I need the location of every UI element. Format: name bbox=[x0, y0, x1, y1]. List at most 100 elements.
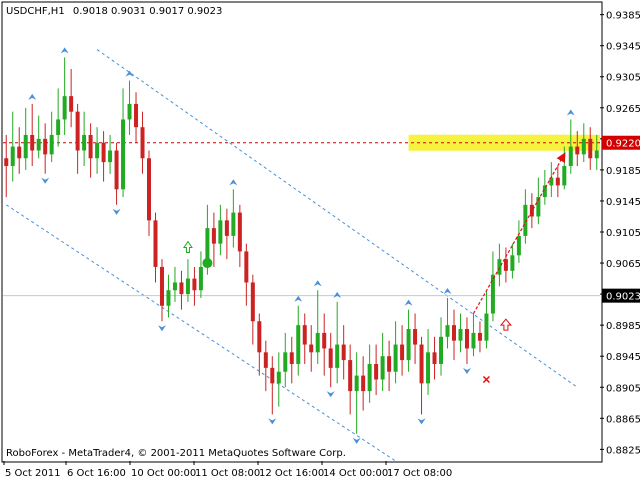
candle-body bbox=[95, 142, 100, 159]
candle-body bbox=[309, 344, 314, 353]
candle-body bbox=[315, 332, 320, 353]
candle-body bbox=[354, 375, 359, 392]
candle-body bbox=[270, 367, 275, 384]
candle-body bbox=[367, 363, 372, 392]
candle-body bbox=[413, 329, 418, 345]
candle-body bbox=[276, 371, 281, 384]
candle-body bbox=[114, 150, 119, 190]
candle-body bbox=[503, 259, 508, 271]
candle-body bbox=[426, 352, 431, 384]
chart-title: USDCHF,H1 0.9018 0.9031 0.9017 0.9023 bbox=[6, 6, 222, 17]
candle-body bbox=[432, 352, 437, 364]
candle-body bbox=[361, 375, 366, 392]
y-tick-label: 0.9105 bbox=[606, 228, 640, 239]
candle-body bbox=[497, 259, 502, 275]
candle-body bbox=[17, 146, 22, 159]
candle-body bbox=[387, 356, 392, 372]
candle-body bbox=[153, 220, 158, 267]
y-tick-label: 0.9065 bbox=[606, 259, 640, 270]
candle-body bbox=[185, 278, 190, 295]
x-tick-label: 5 Oct 2011 bbox=[5, 468, 60, 479]
candle-body bbox=[172, 282, 177, 291]
candle-body bbox=[283, 352, 288, 372]
y-tick-label: 0.8945 bbox=[606, 352, 640, 363]
candle-body bbox=[289, 352, 294, 364]
candle-body bbox=[510, 255, 515, 271]
candle-body bbox=[581, 138, 586, 155]
x-tick-label: 6 Oct 16:00 bbox=[67, 468, 126, 479]
candle-body bbox=[575, 146, 580, 155]
candle-body bbox=[588, 138, 593, 159]
candle-body bbox=[451, 325, 456, 341]
x-axis: 5 Oct 2011 6 Oct 16:00 10 Oct 00:0011 Oct … bbox=[3, 461, 452, 479]
candle-body bbox=[302, 325, 307, 345]
candle-body bbox=[62, 96, 67, 120]
candle-body bbox=[159, 266, 164, 306]
candle-body bbox=[166, 290, 171, 306]
y-tick-label: 0.9345 bbox=[606, 42, 640, 53]
candle-body bbox=[406, 329, 411, 361]
y-tick-label: 0.9385 bbox=[606, 11, 640, 22]
x-tick-label: 17 Oct 08:00 bbox=[387, 468, 452, 479]
y-tick-label: 0.9265 bbox=[606, 104, 640, 115]
candle-body bbox=[10, 146, 15, 167]
candle-body bbox=[140, 127, 145, 159]
candle-body bbox=[322, 332, 327, 349]
candle-body bbox=[69, 96, 74, 112]
candle-body bbox=[211, 228, 216, 244]
candle-body bbox=[192, 278, 197, 291]
candle-body bbox=[568, 146, 573, 167]
x-tick-label: 11 Oct 08:00 bbox=[195, 468, 260, 479]
candle-body bbox=[49, 134, 54, 155]
candle-body bbox=[263, 352, 268, 368]
y-tick-label: 0.9145 bbox=[606, 197, 640, 208]
candle-body bbox=[529, 204, 534, 217]
candle-body bbox=[562, 166, 567, 186]
candle-body bbox=[348, 360, 353, 392]
x-tick-label: 10 Oct 00:00 bbox=[131, 468, 196, 479]
candle-body bbox=[341, 344, 346, 361]
candle-body bbox=[75, 111, 80, 151]
plot-area bbox=[1, 1, 603, 463]
candle-body bbox=[250, 282, 255, 322]
candle-body bbox=[380, 356, 385, 380]
candle-body bbox=[224, 220, 229, 236]
signal-dot-icon bbox=[202, 258, 213, 269]
candle-body bbox=[43, 138, 48, 155]
candle-body bbox=[477, 332, 482, 341]
candle-body bbox=[36, 138, 41, 151]
candle-body bbox=[458, 329, 463, 341]
candle-body bbox=[30, 134, 35, 151]
y-tick-label: 0.8865 bbox=[606, 414, 640, 425]
candle-body bbox=[88, 134, 93, 159]
candle-body bbox=[439, 336, 444, 364]
candle-body bbox=[23, 134, 28, 159]
candle-body bbox=[516, 235, 521, 256]
candle-body bbox=[555, 177, 560, 186]
x-tick-label: 12 Oct 16:00 bbox=[259, 468, 324, 479]
candle-body bbox=[101, 142, 106, 163]
candle-body bbox=[4, 158, 9, 167]
candle-body bbox=[490, 274, 495, 314]
candle-body bbox=[218, 220, 223, 244]
y-tick-label: 0.9305 bbox=[606, 73, 640, 84]
candle-body bbox=[231, 212, 236, 236]
y-tick-label: 0.8985 bbox=[606, 321, 640, 332]
target-price-label: 0.9220 bbox=[606, 139, 640, 150]
candle-body bbox=[594, 150, 599, 159]
candle-body bbox=[471, 332, 476, 349]
candle-body bbox=[393, 344, 398, 372]
candle-body bbox=[244, 251, 249, 283]
footer-copyright: RoboForex - MetaTrader4, © 2001-2011 Met… bbox=[6, 448, 346, 459]
candle-body bbox=[127, 103, 132, 120]
symbol-label: USDCHF,H1 bbox=[6, 6, 65, 17]
y-tick-label: 0.8825 bbox=[606, 445, 640, 456]
candle-body bbox=[484, 313, 489, 341]
candle-body bbox=[328, 348, 333, 368]
candle-body bbox=[549, 177, 554, 186]
candle-body bbox=[108, 150, 113, 163]
candle-body bbox=[374, 363, 379, 380]
candle-body bbox=[56, 119, 61, 135]
x-tick-label: 14 Oct 00:00 bbox=[323, 468, 388, 479]
candle-body bbox=[147, 158, 152, 221]
